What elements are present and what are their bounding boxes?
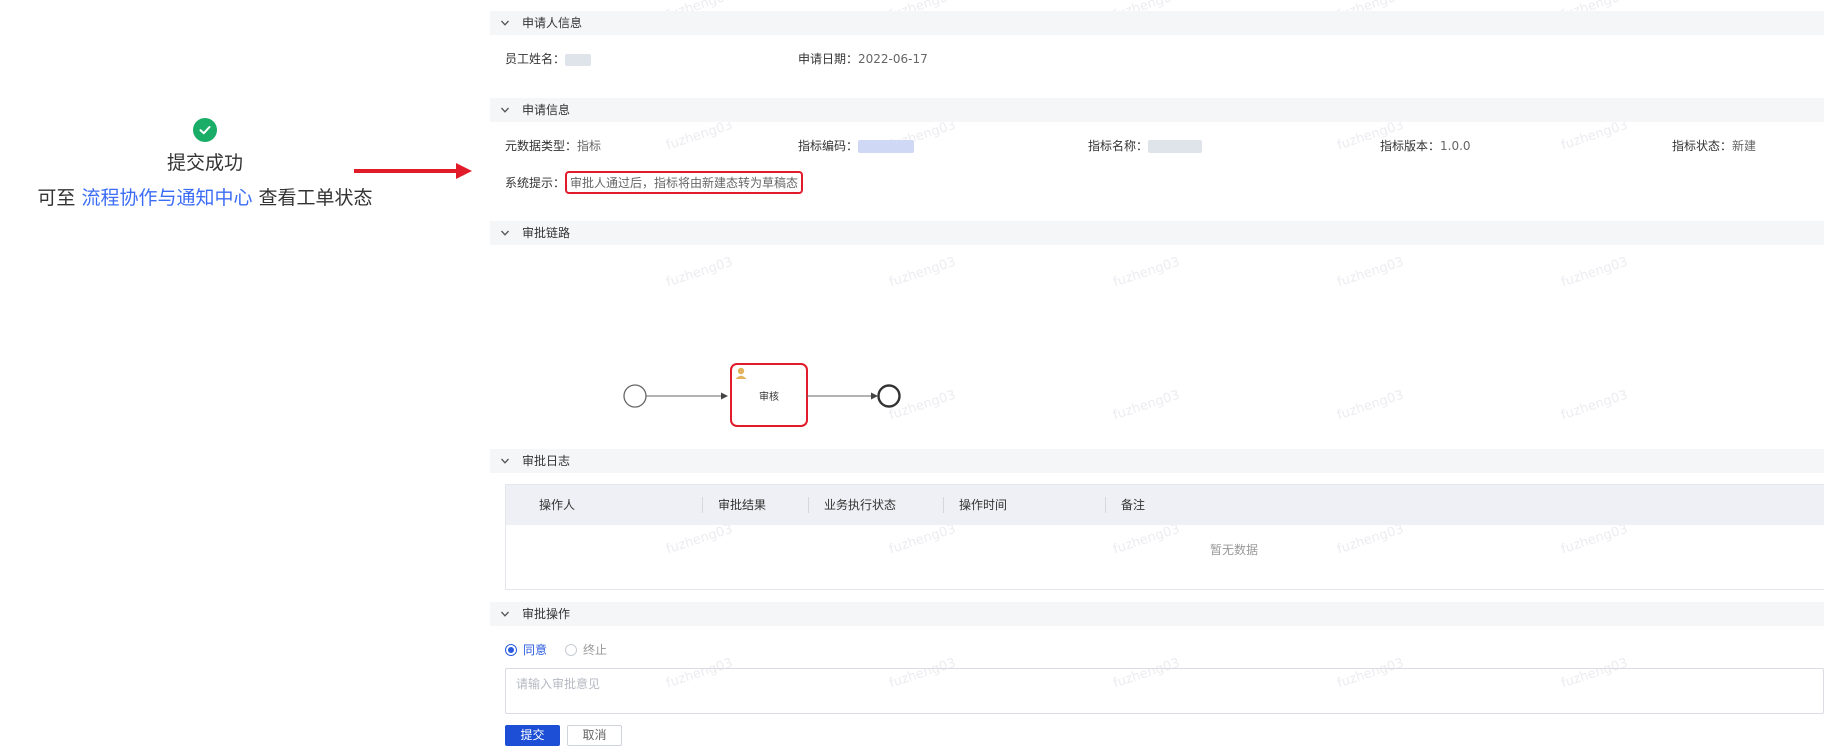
field-value: 新建 bbox=[1732, 139, 1757, 153]
field-label: 员工姓名： bbox=[505, 52, 566, 66]
column-header: 操作人 bbox=[539, 498, 576, 512]
field-value: 2022-06-17 bbox=[858, 52, 928, 66]
check-circle-icon bbox=[193, 118, 217, 142]
column-divider bbox=[1105, 497, 1106, 513]
radio-label: 同意 bbox=[523, 643, 548, 657]
field-metric-status: 指标状态：新建 bbox=[1672, 137, 1756, 154]
column-divider bbox=[808, 497, 809, 513]
section-title: 审批链路 bbox=[522, 226, 571, 240]
cancel-button[interactable]: 取消 bbox=[567, 725, 622, 746]
chevron-down-icon bbox=[501, 107, 509, 113]
redacted-value bbox=[1148, 140, 1203, 153]
chevron-down-icon bbox=[501, 230, 509, 236]
field-value: 1.0.0 bbox=[1440, 139, 1471, 153]
radio-checked-icon bbox=[505, 644, 517, 656]
approval-form: 申请人信息 员工姓名： 申请日期：2022-06-17 申请信息 元数据类型：指… bbox=[490, 0, 1824, 753]
start-event bbox=[623, 384, 647, 408]
notification-center-link[interactable]: 流程协作与通知中心 bbox=[81, 187, 252, 209]
field-label: 申请日期： bbox=[798, 52, 859, 66]
section-applicant-header[interactable]: 申请人信息 bbox=[490, 11, 1824, 35]
success-hint: 可至 流程协作与通知中心 查看工单状态 bbox=[0, 183, 410, 210]
field-label: 指标状态： bbox=[1672, 139, 1733, 153]
field-label: 系统提示： bbox=[505, 176, 566, 190]
radio-approve[interactable]: 同意 bbox=[505, 641, 547, 658]
section-chain-header[interactable]: 审批链路 bbox=[490, 221, 1824, 245]
end-event bbox=[877, 384, 901, 408]
field-value: 指标 bbox=[577, 139, 602, 153]
approval-comment-textarea[interactable]: 请输入审批意见 bbox=[505, 668, 1824, 714]
field-metric-code: 指标编码： bbox=[798, 137, 915, 154]
section-title: 审批操作 bbox=[522, 607, 571, 621]
radio-unchecked-icon bbox=[565, 644, 577, 656]
field-label: 元数据类型： bbox=[505, 139, 578, 153]
approval-log-table: 操作人 审批结果 业务执行状态 操作时间 备注 暂无数据 bbox=[505, 484, 1824, 590]
field-metric-name: 指标名称： bbox=[1088, 137, 1203, 154]
radio-terminate[interactable]: 终止 bbox=[565, 641, 607, 658]
submit-button[interactable]: 提交 bbox=[505, 725, 560, 746]
empty-state-text: 暂无数据 bbox=[1210, 543, 1259, 557]
field-system-tip: 系统提示： 审批人通过后，指标将由新建态转为草稿态 bbox=[505, 171, 804, 194]
table-header: 操作人 审批结果 业务执行状态 操作时间 备注 bbox=[506, 485, 1824, 525]
flow-arrow-icon bbox=[721, 392, 728, 400]
field-metric-version: 指标版本：1.0.0 bbox=[1380, 137, 1471, 154]
column-divider bbox=[943, 497, 944, 513]
hint-suffix: 查看工单状态 bbox=[258, 187, 373, 209]
column-header: 备注 bbox=[1121, 498, 1146, 512]
task-label: 审核 bbox=[759, 390, 779, 403]
field-label: 指标版本： bbox=[1380, 139, 1441, 153]
section-title: 申请人信息 bbox=[522, 16, 583, 30]
column-divider bbox=[702, 497, 703, 513]
field-apply-date: 申请日期：2022-06-17 bbox=[798, 50, 928, 67]
radio-label: 终止 bbox=[583, 643, 608, 657]
flow-arrow-icon bbox=[871, 392, 878, 400]
section-log-header[interactable]: 审批日志 bbox=[490, 449, 1824, 473]
section-title: 审批日志 bbox=[522, 454, 571, 468]
column-header: 审批结果 bbox=[718, 498, 767, 512]
hint-prefix: 可至 bbox=[37, 187, 76, 209]
redacted-value bbox=[565, 53, 592, 66]
section-title: 申请信息 bbox=[522, 103, 571, 117]
section-apply-header[interactable]: 申请信息 bbox=[490, 98, 1824, 122]
chevron-down-icon bbox=[501, 611, 509, 617]
chevron-down-icon bbox=[501, 20, 509, 26]
column-header: 操作时间 bbox=[959, 498, 1008, 512]
field-metadata-type: 元数据类型：指标 bbox=[505, 137, 601, 154]
textarea-placeholder: 请输入审批意见 bbox=[516, 677, 601, 691]
red-arrow-icon bbox=[354, 163, 472, 179]
field-label: 指标名称： bbox=[1088, 139, 1149, 153]
redacted-value bbox=[858, 140, 915, 153]
column-header: 业务执行状态 bbox=[824, 498, 897, 512]
system-tip-highlight: 审批人通过后，指标将由新建态转为草稿态 bbox=[565, 171, 804, 194]
chevron-down-icon bbox=[501, 458, 509, 464]
submit-success-panel: 提交成功 可至 流程协作与通知中心 查看工单状态 bbox=[0, 118, 410, 210]
success-title: 提交成功 bbox=[166, 152, 243, 174]
field-employee-name: 员工姓名： bbox=[505, 50, 592, 67]
field-label: 指标编码： bbox=[798, 139, 859, 153]
section-operation-header[interactable]: 审批操作 bbox=[490, 602, 1824, 626]
approval-flow-diagram: 审核 bbox=[623, 363, 901, 427]
